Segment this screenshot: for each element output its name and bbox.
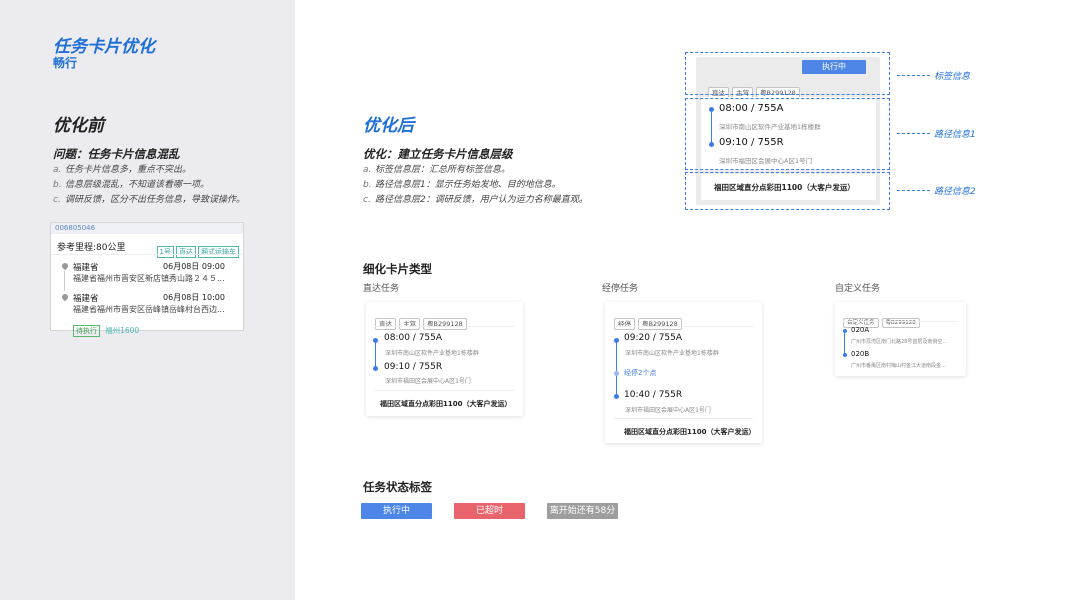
stop-time: 020B	[851, 350, 870, 358]
route-dot	[614, 371, 619, 376]
old-from-time: 06月08日 09:00	[163, 262, 225, 271]
tag: 粤B299128	[638, 318, 682, 330]
route-dot	[843, 353, 847, 357]
stop-address: 广州市番禺区南村梅山村金江大道南段金...	[851, 363, 946, 369]
tag: 经停	[614, 318, 635, 330]
tag: 粤B299128	[423, 318, 467, 330]
stop-time: 09:20 / 755A	[624, 333, 683, 343]
tag: 直达	[375, 318, 396, 330]
old-task-card[interactable]: 006805046 参考里程:80公里 1号 直达 厢式运输车 福建省 06月08日…	[50, 222, 244, 337]
stop-time: 020A	[851, 326, 870, 334]
direct-task-label: 直达任务	[363, 284, 400, 294]
route-layer2-outline	[685, 172, 890, 210]
old-from-address: 福建省福州市晋安区新店镇秀山路２４５...	[73, 274, 225, 283]
route-dot	[614, 394, 619, 399]
custom-task-label: 自定义任务	[835, 284, 881, 294]
tag: 1号	[156, 246, 174, 258]
carrier-name: 福田区域直分点彩田1100（大客户发运）	[380, 400, 512, 408]
old-from-province: 福建省	[73, 263, 99, 273]
stop-time: 09:10 / 755R	[384, 362, 443, 372]
status-tag-countdown: 离开始还有58分	[547, 503, 618, 519]
callout-label-info: 标签信息	[934, 72, 971, 82]
old-extra-label: 福州1600	[105, 326, 140, 335]
after-heading: 优化后	[363, 116, 414, 136]
carrier-name: 福田区域直分点彩田1100（大客户发运）	[624, 428, 756, 436]
via-task-card[interactable]: 经停 粤B299128 09:20 / 755A 深圳市南山区软件产业基地1栋楼群…	[605, 302, 762, 443]
stop-time: 08:00 / 755A	[384, 333, 443, 343]
status-tags-title: 任务状态标签	[363, 480, 432, 494]
list-item: a. 标签信息层：汇总所有标签信息。	[363, 165, 511, 175]
old-status-badge: 待执行	[73, 325, 100, 337]
optimize-title: 优化：建立任务卡片信息层级	[363, 147, 513, 161]
custom-task-card[interactable]: 自定义任务 粤B299128 020A 广州市荔湾区南门北路28号首层及南侧空..…	[835, 302, 966, 376]
location-pin-icon	[60, 261, 70, 271]
route-dot	[373, 366, 378, 371]
tag: 直达	[176, 246, 196, 258]
status-tag-overdue: 已超时	[454, 503, 525, 519]
left-panel: 任务卡片优化 畅行 优化前 问题：任务卡片信息混乱 a. 任务卡片信息多，重点不突…	[0, 0, 295, 600]
direct-task-card[interactable]: 直达 主驾 粤B299128 08:00 / 755A 深圳市南山区软件产业基地1栋…	[366, 302, 523, 416]
stop-address: 深圳市福田区会展中心A区1号门	[385, 378, 471, 385]
old-to-address: 福建省福州市晋安区岳峰镇岳峰村台西边...	[73, 305, 225, 314]
list-item: b. 路径信息层1：显示任务始发地、目的地信息。	[363, 180, 561, 190]
list-item: a. 任务卡片信息多，重点不突出。	[53, 165, 192, 175]
optimize-list: a. 标签信息层：汇总所有标签信息。 b. 路径信息层1：显示任务始发地、目的地信息…	[363, 163, 588, 208]
before-heading: 优化前	[53, 116, 104, 136]
stop-address: 广州市荔湾区南门北路28号首层及南侧空...	[851, 339, 948, 345]
old-card-id: 006805046	[55, 224, 96, 232]
label-layer-outline	[685, 52, 890, 95]
list-item: b. 信息层级混乱，不知道该看哪一项。	[53, 180, 210, 190]
tag: 厢式运输车	[198, 246, 239, 258]
card-types-title: 细化卡片类型	[363, 262, 432, 276]
list-item: c. 调研反馈，区分不出任务信息，导致误操作。	[53, 195, 246, 205]
old-card-tags: 1号 直达 厢式运输车	[155, 239, 239, 258]
old-card-mileage: 参考里程:80公里	[57, 243, 126, 253]
stop-address: 深圳市南山区软件产业基地1栋楼群	[385, 350, 479, 357]
callout-route-info-1: 路径信息1	[934, 130, 976, 140]
list-item: c. 路径信息层2：调研反馈，用户认为运力名称最直观。	[363, 195, 588, 205]
old-to-province: 福建省	[73, 294, 99, 304]
via-stops-link[interactable]: 经停2个点	[624, 368, 656, 378]
stop-address: 深圳市福田区会展中心A区1号门	[625, 407, 711, 414]
tag: 主驾	[399, 318, 420, 330]
old-to-time: 06月08日 10:00	[163, 293, 225, 302]
route-layer1-outline	[685, 98, 890, 170]
page-subtitle: 畅行	[53, 56, 78, 70]
via-task-label: 经停任务	[602, 284, 639, 294]
problem-list: a. 任务卡片信息多，重点不突出。 b. 信息层级混乱，不知道该看哪一项。 c. 调研…	[53, 163, 245, 208]
location-pin-icon	[60, 292, 70, 302]
stop-time: 10:40 / 755R	[624, 390, 683, 400]
status-tag-running: 执行中	[361, 503, 432, 519]
problem-title: 问题：任务卡片信息混乱	[53, 147, 180, 161]
stop-address: 深圳市南山区软件产业基地1栋楼群	[625, 350, 719, 357]
callout-route-info-2: 路径信息2	[934, 187, 976, 197]
tag: 粤B299128	[881, 318, 920, 328]
